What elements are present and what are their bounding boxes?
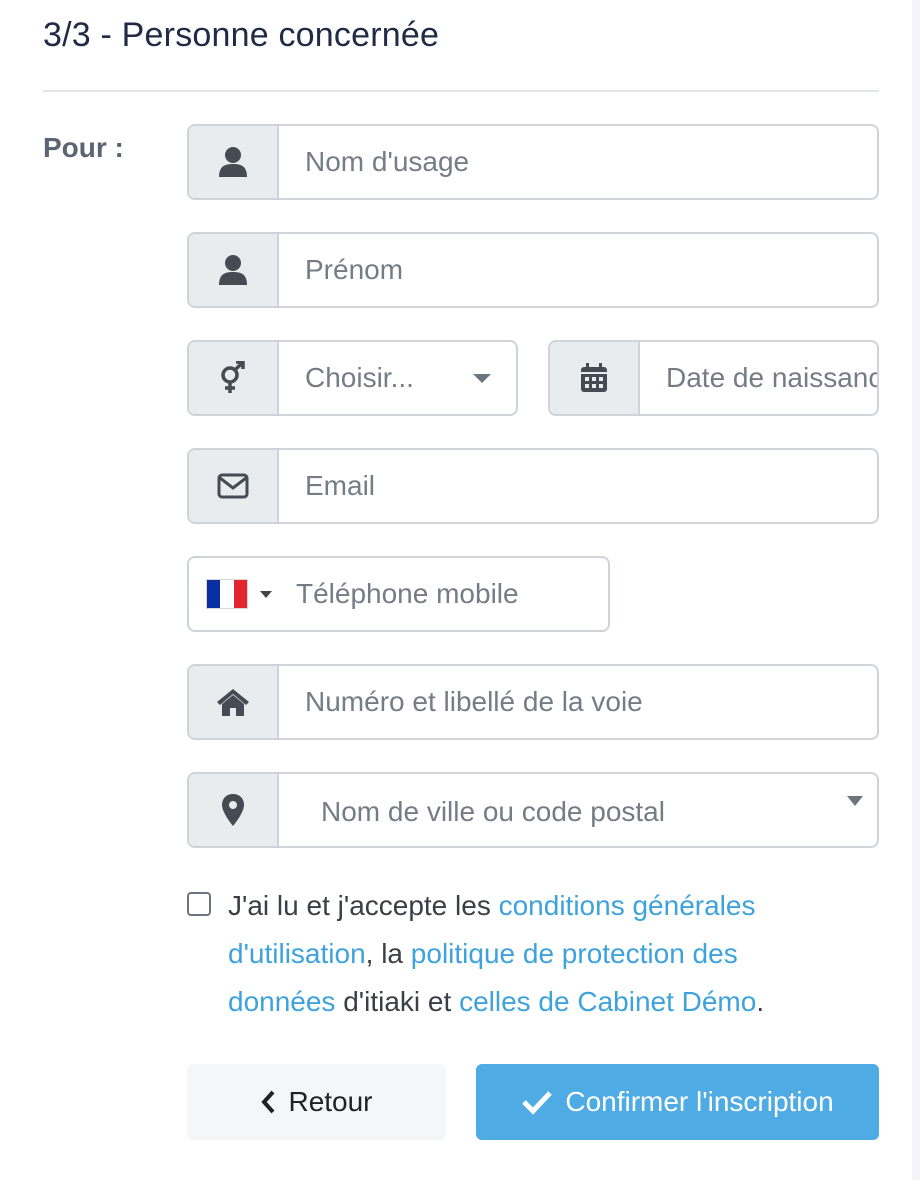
birth-date-group: Date de naissance <box>548 340 879 416</box>
last-name-input[interactable]: Nom d'usage <box>279 126 877 198</box>
confirm-button[interactable]: Confirmer l'inscription <box>476 1064 879 1140</box>
chevron-down-icon <box>847 796 863 806</box>
calendar-icon <box>550 342 640 414</box>
phone-input[interactable]: Téléphone mobile <box>296 578 519 610</box>
cabinet-terms-link[interactable]: celles de Cabinet Démo <box>459 986 756 1017</box>
page-title: 3/3 - Personne concernée <box>43 16 440 54</box>
consent-text-part: d'itiaki et <box>335 986 460 1017</box>
city-select-placeholder: Nom de ville ou code postal <box>321 796 665 827</box>
user-icon <box>189 234 279 306</box>
city-select[interactable]: Nom de ville ou code postal <box>279 774 877 846</box>
envelope-icon <box>189 450 279 522</box>
venus-mars-icon <box>189 342 279 414</box>
gender-select-value: Choisir... <box>305 362 414 393</box>
back-button-label: Retour <box>288 1086 373 1117</box>
caret-down-icon[interactable] <box>260 590 272 598</box>
consent-text-part: J'ai lu et j'accepte les <box>228 890 499 921</box>
first-name-group: Prénom <box>187 232 879 308</box>
first-name-input[interactable]: Prénom <box>279 234 877 306</box>
check-icon <box>522 1091 553 1115</box>
consent-checkbox[interactable] <box>187 892 211 916</box>
gender-select[interactable]: Choisir... <box>279 342 516 414</box>
consent-text: J'ai lu et j'accepte les conditions géné… <box>228 882 827 1026</box>
back-button[interactable]: Retour <box>187 1064 446 1140</box>
country-flag-selector[interactable] <box>206 579 248 609</box>
phone-group: Téléphone mobile <box>187 556 610 632</box>
map-marker-icon <box>189 774 279 846</box>
gender-group: Choisir... <box>187 340 518 416</box>
email-group: Email <box>187 448 879 524</box>
birth-date-input[interactable]: Date de naissance <box>640 342 877 414</box>
home-icon <box>189 666 279 738</box>
divider <box>43 90 879 92</box>
chevron-down-icon <box>473 374 491 383</box>
address-group: Numéro et libellé de la voie <box>187 664 879 740</box>
consent-block: J'ai lu et j'accepte les conditions géné… <box>187 882 827 1026</box>
last-name-group: Nom d'usage <box>187 124 879 200</box>
page-edge <box>912 0 920 1180</box>
chevron-left-icon <box>261 1090 275 1114</box>
for-label: Pour : <box>43 132 124 163</box>
city-group: Nom de ville ou code postal <box>187 772 879 848</box>
confirm-button-label: Confirmer l'inscription <box>565 1086 834 1117</box>
email-input[interactable]: Email <box>279 450 877 522</box>
user-icon <box>189 126 279 198</box>
consent-text-part: . <box>756 986 765 1017</box>
consent-text-part: , la <box>365 938 411 969</box>
address-input[interactable]: Numéro et libellé de la voie <box>279 666 877 738</box>
